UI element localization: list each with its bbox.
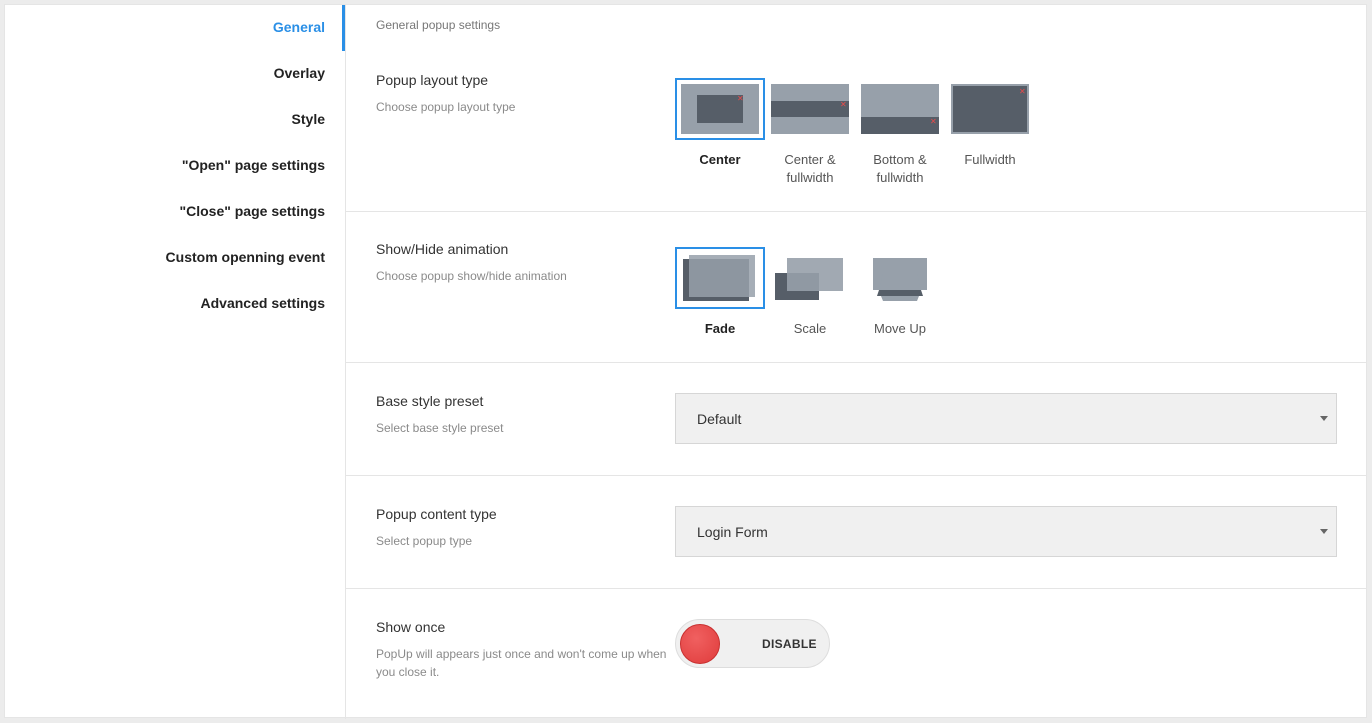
- content-type-value: Login Form: [697, 524, 768, 540]
- sidebar-item-style[interactable]: Style: [292, 111, 325, 127]
- toggle-knob: [680, 624, 720, 664]
- show-once-toggle[interactable]: DISABLE: [675, 619, 830, 668]
- chevron-down-icon: [1320, 416, 1328, 421]
- layout-option-label: Center: [699, 152, 741, 167]
- sidebar-item-close-page-settings[interactable]: "Close" page settings: [179, 203, 325, 219]
- sidebar-item-advanced-settings[interactable]: Advanced settings: [201, 295, 325, 311]
- svg-text:✕: ✕: [930, 117, 937, 126]
- animation-desc: Choose popup show/hide animation: [376, 269, 567, 283]
- animation-fade-icon: [683, 255, 755, 301]
- animation-option-label: Fade: [704, 321, 736, 336]
- style-preset-title: Base style preset: [376, 393, 484, 409]
- layout-fullwidth-icon: ✕: [951, 84, 1029, 134]
- animation-option-scale[interactable]: Scale: [765, 247, 855, 338]
- layout-type-title: Popup layout type: [376, 72, 489, 88]
- style-preset-desc: Select base style preset: [376, 421, 504, 435]
- layout-option-fullwidth[interactable]: ✕ Fullwidth: [945, 78, 1035, 169]
- svg-text:✕: ✕: [737, 94, 744, 103]
- layout-type-section: Popup layout type Choose popup layout ty…: [346, 5, 1366, 212]
- show-once-title: Show once: [376, 619, 446, 635]
- animation-title: Show/Hide animation: [376, 241, 509, 257]
- sidebar-item-open-page-settings[interactable]: "Open" page settings: [182, 157, 325, 173]
- sidebar-item-overlay[interactable]: Overlay: [274, 65, 325, 81]
- style-preset-select[interactable]: Default: [675, 393, 1337, 444]
- animation-option-label: Move Up: [873, 321, 927, 336]
- layout-option-label: Bottom & fullwidth: [873, 152, 927, 185]
- sidebar-item-custom-opening-event[interactable]: Custom openning event: [166, 249, 325, 265]
- content-type-section: Popup content type Select popup type Log…: [346, 476, 1366, 589]
- layout-type-desc: Choose popup layout type: [376, 100, 516, 114]
- layout-option-label: Center & fullwidth: [784, 152, 836, 185]
- main-content: General popup settings Popup layout type…: [346, 5, 1366, 719]
- layout-center-fullwidth-icon: ✕: [771, 84, 849, 134]
- content-type-title: Popup content type: [376, 506, 497, 522]
- animation-option-fade[interactable]: Fade: [675, 247, 765, 338]
- chevron-down-icon: [1320, 529, 1328, 534]
- animation-scale-icon: [775, 258, 843, 300]
- layout-bottom-fullwidth-icon: ✕: [861, 84, 939, 134]
- layout-option-bottom-fullwidth[interactable]: ✕ Bottom & fullwidth: [855, 78, 945, 187]
- show-once-section: Show once PopUp will appears just once a…: [346, 589, 1366, 719]
- settings-panel: General Overlay Style "Open" page settin…: [4, 4, 1367, 719]
- sidebar-item-general[interactable]: General: [273, 19, 325, 35]
- layout-option-center-fullwidth[interactable]: ✕ Center & fullwidth: [765, 78, 855, 187]
- animation-option-move-up[interactable]: Move Up: [855, 247, 945, 338]
- layout-option-label: Fullwidth: [964, 152, 1016, 167]
- animation-move-up-icon: [873, 258, 927, 301]
- layout-center-icon: ✕: [681, 84, 759, 134]
- toggle-label: DISABLE: [762, 637, 817, 651]
- sidebar: General Overlay Style "Open" page settin…: [5, 5, 346, 719]
- animation-option-label: Scale: [793, 321, 827, 336]
- svg-text:✕: ✕: [840, 100, 847, 109]
- style-preset-section: Base style preset Select base style pres…: [346, 363, 1366, 476]
- style-preset-value: Default: [697, 411, 742, 427]
- show-once-desc: PopUp will appears just once and won't c…: [376, 647, 667, 679]
- layout-option-center[interactable]: ✕ Center: [675, 78, 765, 169]
- content-type-desc: Select popup type: [376, 534, 473, 548]
- animation-section: Show/Hide animation Choose popup show/hi…: [346, 212, 1366, 363]
- content-type-select[interactable]: Login Form: [675, 506, 1337, 557]
- svg-text:✕: ✕: [1019, 87, 1026, 96]
- sidebar-active-indicator: [342, 5, 345, 51]
